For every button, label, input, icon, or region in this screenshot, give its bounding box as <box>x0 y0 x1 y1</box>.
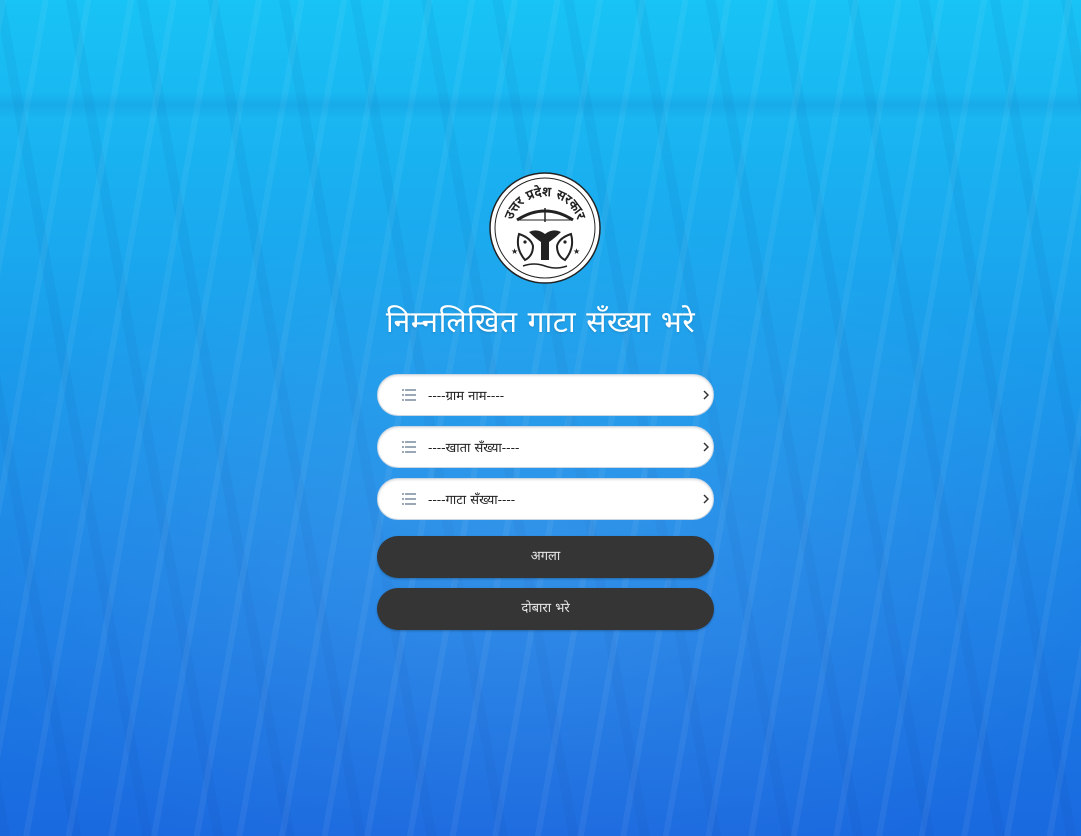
list-icon <box>402 389 416 401</box>
gata-select-value: ----गाटा सँख्या---- <box>428 493 516 508</box>
page-title: निम्नलिखित गाटा सँख्या भरे <box>385 305 696 340</box>
khata-select-value: ----खाता सँख्या---- <box>428 441 520 456</box>
village-select-value: ----ग्राम नाम---- <box>428 389 505 404</box>
village-select[interactable]: ----ग्राम नाम---- <box>377 374 714 416</box>
list-icon <box>402 493 416 505</box>
up-government-emblem-icon: उत्तर प्रदेश सरकार ★ ★ <box>489 172 601 284</box>
chevron-right-icon <box>703 442 709 452</box>
reset-button[interactable]: दोबारा भरे <box>377 588 714 630</box>
khata-select[interactable]: ----खाता सँख्या---- <box>377 426 714 468</box>
gata-select[interactable]: ----गाटा सँख्या---- <box>377 478 714 520</box>
gata-form: ----ग्राम नाम---- ----खाता सँख्या---- -- <box>377 374 714 630</box>
list-icon <box>402 441 416 453</box>
next-button[interactable]: अगला <box>377 536 714 578</box>
svg-text:★: ★ <box>511 247 518 256</box>
background-horizon <box>0 92 1081 118</box>
svg-text:★: ★ <box>573 247 580 256</box>
chevron-right-icon <box>703 390 709 400</box>
chevron-right-icon <box>703 494 709 504</box>
